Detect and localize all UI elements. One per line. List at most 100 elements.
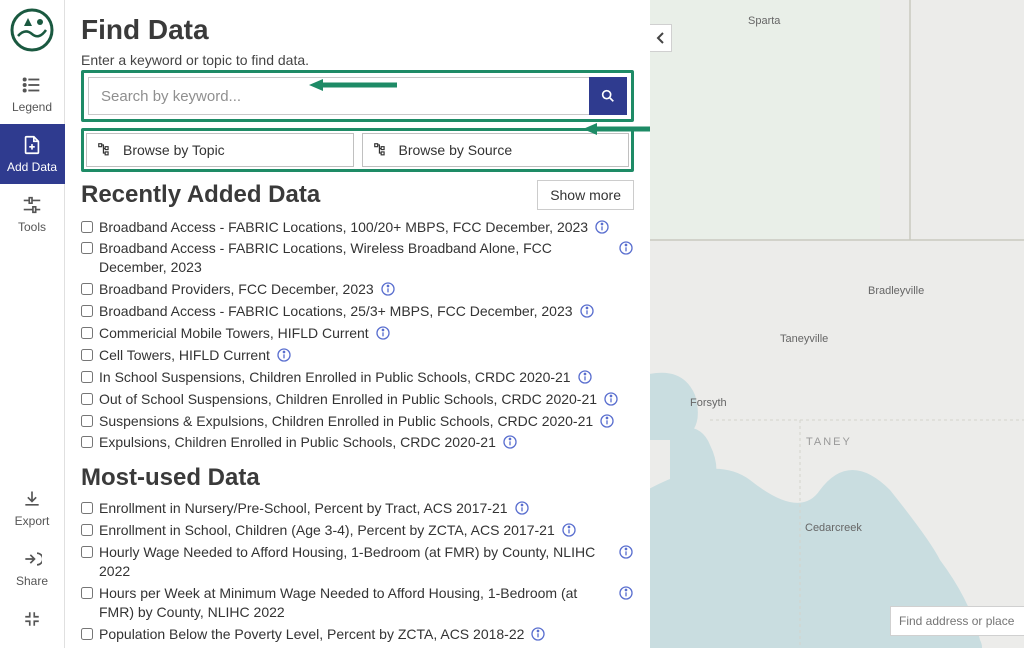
data-row: Enrollment in School, Children (Age 3-4)… <box>81 520 634 542</box>
find-data-panel: Find Data Enter a keyword or topic to fi… <box>65 0 650 648</box>
data-checkbox[interactable] <box>81 327 93 339</box>
list-icon <box>21 74 43 96</box>
data-checkbox[interactable] <box>81 349 93 361</box>
info-icon[interactable] <box>276 347 292 363</box>
info-icon[interactable] <box>514 500 530 516</box>
map-label: Forsyth <box>690 397 727 409</box>
data-checkbox[interactable] <box>81 371 93 383</box>
nav-legend[interactable]: Legend <box>0 64 65 124</box>
data-row: Commericial Mobile Towers, HIFLD Current <box>81 322 634 344</box>
data-checkbox[interactable] <box>81 393 93 405</box>
data-checkbox[interactable] <box>81 283 93 295</box>
info-icon[interactable] <box>530 626 546 642</box>
data-checkbox[interactable] <box>81 221 93 233</box>
chevron-left-icon <box>656 32 666 44</box>
data-row: Hourly Wage Needed to Afford Housing, 1-… <box>81 542 634 583</box>
find-place-box[interactable] <box>890 606 1024 636</box>
browse-topic-button[interactable]: Browse by Topic <box>86 133 354 167</box>
info-icon[interactable] <box>603 391 619 407</box>
map-label: Taneyville <box>780 333 828 345</box>
nav-export[interactable]: Export <box>0 478 65 538</box>
map-label: Sparta <box>748 15 780 27</box>
data-label: Enrollment in School, Children (Age 3-4)… <box>99 521 555 540</box>
data-checkbox[interactable] <box>81 546 93 558</box>
find-place-input[interactable] <box>899 614 1016 628</box>
nav-share[interactable]: Share <box>0 538 65 598</box>
data-checkbox[interactable] <box>81 305 93 317</box>
info-icon[interactable] <box>375 325 391 341</box>
data-row: Population Below the Poverty Level, Perc… <box>81 623 634 645</box>
data-label: Population Below the Poverty Level, Perc… <box>99 625 524 644</box>
data-row: Broadband Access - FABRIC Locations, 100… <box>81 216 634 238</box>
data-row: Suspensions & Expulsions, Children Enrol… <box>81 410 634 432</box>
nav-label: Share <box>16 574 48 588</box>
nav-add-data[interactable]: Add Data <box>0 124 65 184</box>
data-row: Expulsions, Children Enrolled in Public … <box>81 432 634 454</box>
recent-list: Broadband Access - FABRIC Locations, 100… <box>81 216 634 454</box>
nav-label: Tools <box>18 220 46 234</box>
add-file-icon <box>21 134 43 156</box>
data-checkbox[interactable] <box>81 628 93 640</box>
mostused-list: Enrollment in Nursery/Pre-School, Percen… <box>81 498 634 648</box>
search-hint: Enter a keyword or topic to find data. <box>81 52 634 68</box>
minimize-icon <box>21 608 43 630</box>
browse-highlight: Browse by Topic Browse by Source <box>81 128 634 172</box>
data-label: Commericial Mobile Towers, HIFLD Current <box>99 324 369 343</box>
data-row: Enrollment in Nursery/Pre-School, Percen… <box>81 498 634 520</box>
nav-label: Add Data <box>7 160 57 174</box>
tree-icon <box>373 142 389 158</box>
left-nav: Legend Add Data Tools Export <box>0 0 65 648</box>
search-input[interactable] <box>88 77 589 115</box>
info-icon[interactable] <box>561 522 577 538</box>
data-row: Hours per Week at Minimum Wage Needed to… <box>81 582 634 623</box>
data-label: Broadband Access - FABRIC Locations, 100… <box>99 218 588 237</box>
data-row: Broadband Providers, FCC December, 2023 <box>81 279 634 301</box>
search-icon <box>600 88 616 104</box>
app-logo <box>10 8 54 52</box>
data-row: Broadband Access - FABRIC Locations, Wir… <box>81 238 634 279</box>
show-more-button[interactable]: Show more <box>537 180 634 210</box>
panel-collapse-button[interactable] <box>650 24 672 52</box>
share-icon <box>21 548 43 570</box>
data-label: Hours per Week at Minimum Wage Needed to… <box>99 584 612 622</box>
map-label: Bradleyville <box>868 285 924 297</box>
info-icon[interactable] <box>380 281 396 297</box>
data-label: Broadband Access - FABRIC Locations, Wir… <box>99 239 612 277</box>
nav-fullscreen[interactable] <box>0 598 65 648</box>
info-icon[interactable] <box>577 369 593 385</box>
data-checkbox[interactable] <box>81 524 93 536</box>
map-label: Cedarcreek <box>805 522 862 534</box>
page-title: Find Data <box>81 14 634 46</box>
tools-icon <box>21 194 43 216</box>
data-row: Cell Towers, HIFLD Current <box>81 344 634 366</box>
data-checkbox[interactable] <box>81 502 93 514</box>
mostused-heading: Most-used Data <box>81 464 260 492</box>
data-checkbox[interactable] <box>81 242 93 254</box>
data-label: In School Suspensions, Children Enrolled… <box>99 368 571 387</box>
map-label: TANEY <box>806 436 852 448</box>
recent-heading: Recently Added Data <box>81 181 320 209</box>
nav-label: Legend <box>12 100 52 114</box>
nav-tools[interactable]: Tools <box>0 184 65 244</box>
browse-label: Browse by Source <box>399 142 513 158</box>
info-icon[interactable] <box>579 303 595 319</box>
browse-source-button[interactable]: Browse by Source <box>362 133 630 167</box>
map-canvas[interactable]: Sparta Bradleyville Taneyville Forsyth T… <box>650 0 1024 648</box>
data-label: Broadband Access - FABRIC Locations, 25/… <box>99 302 573 321</box>
data-label: Cell Towers, HIFLD Current <box>99 346 270 365</box>
browse-label: Browse by Topic <box>123 142 225 158</box>
tree-icon <box>97 142 113 158</box>
info-icon[interactable] <box>618 544 634 560</box>
data-label: Enrollment in Nursery/Pre-School, Percen… <box>99 499 508 518</box>
info-icon[interactable] <box>502 434 518 450</box>
search-highlight <box>81 70 634 122</box>
data-checkbox[interactable] <box>81 415 93 427</box>
info-icon[interactable] <box>599 413 615 429</box>
data-label: Broadband Providers, FCC December, 2023 <box>99 280 374 299</box>
info-icon[interactable] <box>618 240 634 256</box>
info-icon[interactable] <box>618 585 634 601</box>
info-icon[interactable] <box>594 219 610 235</box>
data-checkbox[interactable] <box>81 587 93 599</box>
search-button[interactable] <box>589 77 627 115</box>
data-checkbox[interactable] <box>81 436 93 448</box>
